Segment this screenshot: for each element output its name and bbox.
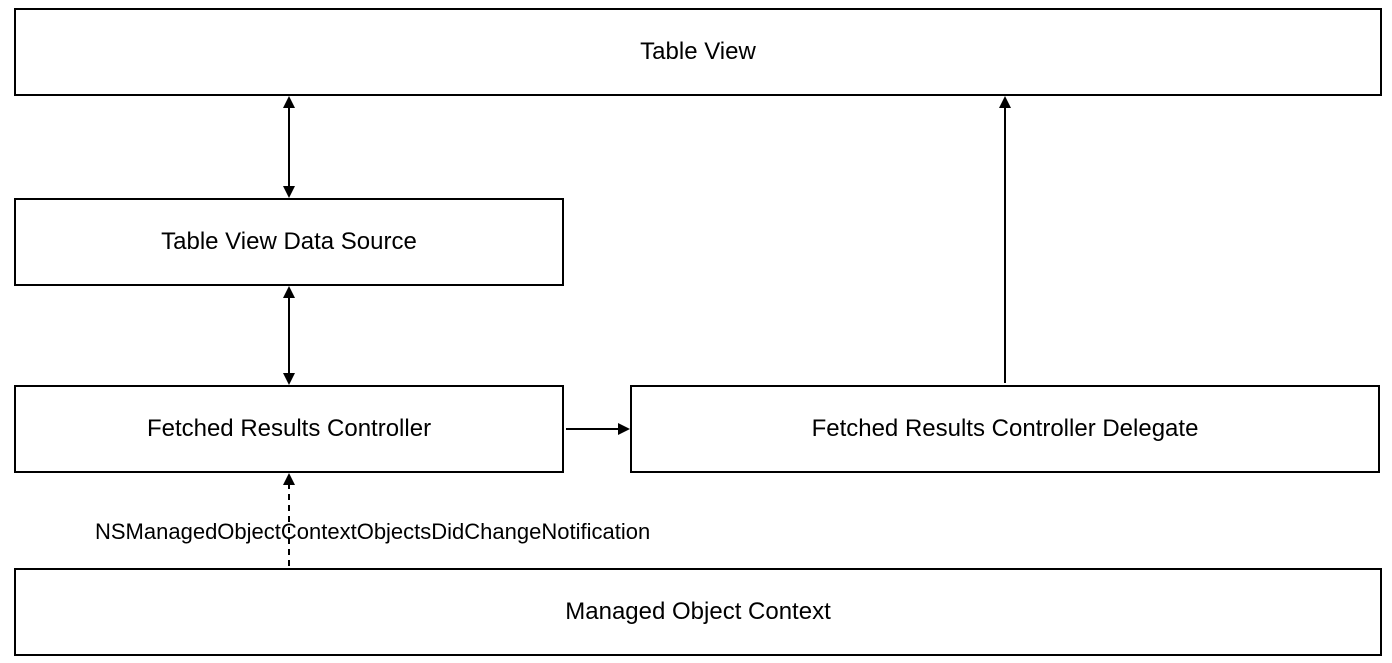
notification-edge-label: NSManagedObjectContextObjectsDidChangeNo… [95, 519, 650, 545]
datasource-box: Table View Data Source [14, 198, 564, 286]
frc-box: Fetched Results Controller [14, 385, 564, 473]
moc-label: Managed Object Context [565, 598, 831, 626]
datasource-label: Table View Data Source [161, 228, 417, 256]
frcdelegate-box: Fetched Results Controller Delegate [630, 385, 1380, 473]
moc-box: Managed Object Context [14, 568, 1382, 656]
frcdelegate-label: Fetched Results Controller Delegate [812, 415, 1199, 443]
tableview-label: Table View [640, 38, 756, 66]
tableview-box: Table View [14, 8, 1382, 96]
frc-label: Fetched Results Controller [147, 415, 431, 443]
connector-arrows [0, 0, 1392, 663]
architecture-diagram: Table View Table View Data Source Fetche… [0, 0, 1392, 663]
